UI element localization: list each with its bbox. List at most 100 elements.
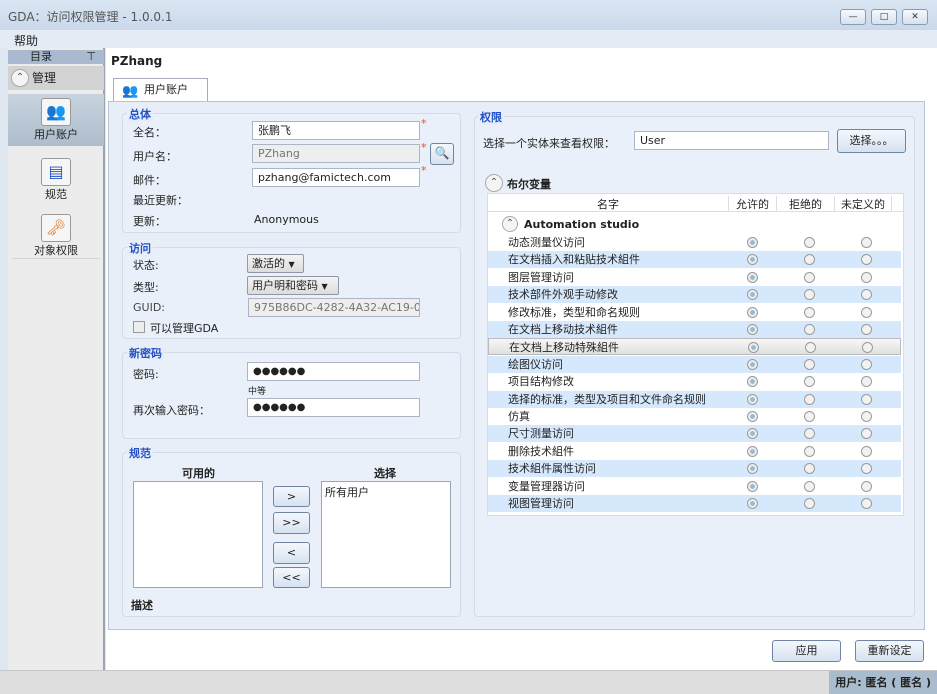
table-row[interactable]: 动态测量仪访问 [488,234,901,251]
chevron-up-icon[interactable]: ⌃ [502,216,518,232]
fullname-input[interactable]: 张鹏飞 [252,121,420,140]
radio-denied[interactable] [804,289,815,301]
pin-icon[interactable]: ⊤ [86,50,96,64]
radio-undefined[interactable] [861,358,872,370]
radio-denied[interactable] [804,393,815,405]
radio-allowed[interactable] [747,428,758,440]
radio-undefined[interactable] [861,428,872,440]
radio-undefined[interactable] [861,445,872,457]
table-row[interactable]: 项目结构修改 [488,373,901,390]
status-select[interactable]: 激活的 ▼ [247,254,304,273]
radio-denied[interactable] [804,306,815,318]
radio-undefined[interactable] [861,463,872,475]
sidebar-item-object-permissions[interactable]: 🗝 对象权限 [8,210,104,262]
table-row[interactable]: 尺寸测量访问 [488,425,901,443]
apply-button[interactable]: 应用 [772,640,841,662]
radio-denied[interactable] [804,411,815,422]
table-row[interactable]: 选择的标准，类型及项目和文件命名规则 [488,390,901,408]
guid-input[interactable]: 975B86DC-4282-4A32-AC19-0C9 [248,298,420,317]
menu-help[interactable]: 帮助 [14,32,38,49]
radio-allowed[interactable] [747,463,758,475]
table-row[interactable]: 技术部件外观手动修改 [488,286,901,304]
selected-list[interactable]: 所有用户 [321,481,451,588]
reset-button[interactable]: 重新设定 [855,640,924,662]
radio-allowed[interactable] [747,358,758,370]
radio-undefined[interactable] [861,411,872,422]
sidebar-section-manage[interactable]: ⌃ 管理 [8,66,104,90]
radio-undefined[interactable] [861,271,872,283]
radio-denied[interactable] [804,445,815,457]
radio-undefined[interactable] [861,289,872,301]
radio-denied[interactable] [805,342,816,354]
table-row[interactable]: 视图管理访问 [488,495,901,512]
radio-undefined[interactable] [861,498,872,509]
radio-denied[interactable] [804,237,815,248]
radio-allowed[interactable] [747,237,758,248]
table-row[interactable]: 在文档插入和粘贴技术組件 [488,251,901,269]
table-row[interactable]: 在文档上移动特殊組件 [488,338,901,356]
radio-denied[interactable] [804,376,815,388]
radio-denied[interactable] [804,428,815,440]
add-all-button[interactable]: >> [273,512,310,534]
tab-user-account[interactable]: 👥 用户账户 [113,78,208,102]
radio-denied[interactable] [804,358,815,370]
radio-denied[interactable] [804,480,815,492]
table-row[interactable]: 修改标准，类型和命名规则 [488,304,901,321]
table-row[interactable]: 技术組件属性访问 [488,460,901,478]
type-select[interactable]: 用户明和密码 ▼ [247,276,339,295]
password-input[interactable]: ●●●●●● [247,362,420,381]
column-header-name[interactable]: 名字 [488,196,728,212]
table-row[interactable]: 仿真 [488,408,901,425]
radio-undefined[interactable] [861,376,872,388]
remove-button[interactable]: < [273,542,310,564]
radio-allowed[interactable] [747,254,758,266]
radio-allowed[interactable] [747,480,758,492]
column-header-denied[interactable]: 拒绝的 [776,196,834,212]
radio-allowed[interactable] [747,393,758,405]
can-manage-checkbox[interactable] [133,321,145,333]
radio-denied[interactable] [804,324,815,335]
radio-denied[interactable] [804,463,815,475]
radio-undefined[interactable] [861,324,872,335]
table-row[interactable]: 删除技术組件 [488,443,901,460]
radio-undefined[interactable] [861,254,872,266]
confirm-password-input[interactable]: ●●●●●● [247,398,420,417]
radio-allowed[interactable] [747,324,758,335]
radio-denied[interactable] [804,254,815,266]
select-entity-button[interactable]: 选择。。。 [837,129,906,153]
table-row[interactable]: 在文档上移动技术組件 [488,321,901,338]
close-button[interactable]: ✕ [902,9,928,25]
table-row[interactable]: 绘图仪访问 [488,355,901,373]
radio-allowed[interactable] [748,342,759,354]
available-list[interactable] [133,481,263,588]
radio-undefined[interactable] [862,342,873,354]
radio-undefined[interactable] [861,237,872,248]
radio-denied[interactable] [804,498,815,509]
table-row[interactable]: 变量管理器访问 [488,478,901,495]
remove-all-button[interactable]: << [273,567,310,588]
radio-allowed[interactable] [747,306,758,318]
radio-undefined[interactable] [861,393,872,405]
sidebar-item-spec[interactable]: ▤ 规范 [8,154,104,206]
maximize-button[interactable]: □ [871,9,897,25]
search-user-button[interactable]: 🔍 [430,143,454,165]
sidebar-item-user-accounts[interactable]: 👥 用户账户 [8,94,104,146]
radio-allowed[interactable] [747,445,758,457]
entity-input[interactable]: User [634,131,829,150]
add-button[interactable]: > [273,486,310,507]
table-row[interactable]: 图层管理访问 [488,269,901,286]
radio-undefined[interactable] [861,306,872,318]
column-header-undefined[interactable]: 未定义的 [834,196,892,212]
radio-denied[interactable] [804,271,815,283]
radio-undefined[interactable] [861,480,872,492]
radio-allowed[interactable] [747,376,758,388]
username-input[interactable]: PZhang [252,144,420,163]
column-header-allowed[interactable]: 允许的 [728,196,776,212]
radio-allowed[interactable] [747,289,758,301]
email-input[interactable]: pzhang@famictech.com [252,168,420,187]
radio-allowed[interactable] [747,411,758,422]
radio-allowed[interactable] [747,498,758,509]
minimize-button[interactable]: — [840,9,866,25]
list-item[interactable]: 所有用户 [325,484,447,500]
chevron-up-icon[interactable]: ⌃ [485,174,503,192]
